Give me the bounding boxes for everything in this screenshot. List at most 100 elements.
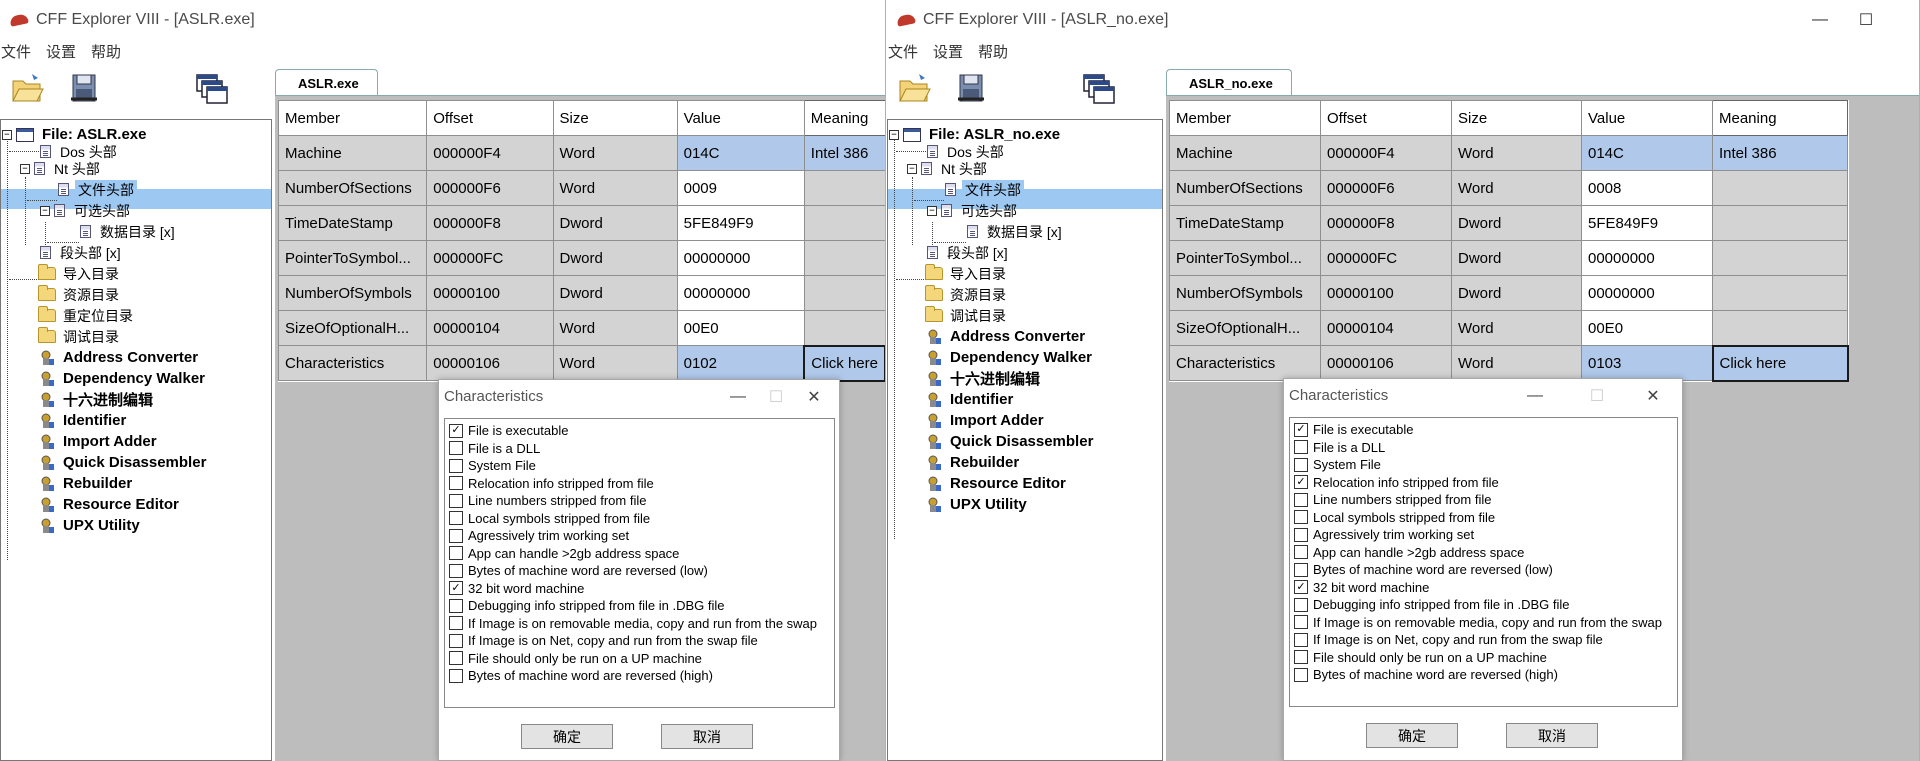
flag-aggressive-trim[interactable]: Agressively trim working set — [445, 527, 834, 545]
flag-up-system-only[interactable]: File should only be run on a UP machine — [1290, 649, 1677, 667]
table-row[interactable]: TimeDateStamp 000000F8 Dword 5FE849F9 — [1169, 205, 1848, 241]
flag-bytes-reversed-high[interactable]: Bytes of machine word are reversed (high… — [1290, 666, 1677, 684]
checkbox[interactable] — [1294, 457, 1308, 472]
flag-file-is-executable[interactable]: ✓ File is executable — [445, 422, 834, 440]
table-row[interactable]: NumberOfSections 000000F6 Word 0009 — [277, 170, 885, 206]
flag-up-system-only[interactable]: File should only be run on a UP machine — [445, 650, 834, 668]
menu-file[interactable]: 文件 — [887, 41, 926, 62]
table-row[interactable]: Characteristics 00000106 Word 0103 Click… — [1169, 344, 1849, 382]
checkbox[interactable] — [1294, 597, 1308, 612]
value-cell[interactable]: 00000000 — [1581, 275, 1713, 311]
characteristics-click-here-cell[interactable]: Click here — [1711, 344, 1849, 382]
column-header[interactable]: Member — [277, 100, 428, 136]
flag-file-is-dll[interactable]: File is a DLL — [1290, 439, 1677, 457]
tree-item-upx-utility[interactable]: UPX Utility — [925, 494, 1030, 515]
checkbox-checked[interactable]: ✓ — [1294, 475, 1308, 490]
column-header[interactable]: Value — [676, 100, 805, 136]
tree-item-nt-header[interactable]: − Nt 头部 — [907, 158, 990, 179]
tree-item-rebuilder[interactable]: Rebuilder — [925, 452, 1022, 473]
table-row[interactable]: PointerToSymbol... 000000FC Dword 000000… — [277, 240, 885, 276]
tree-item-import-directory[interactable]: 导入目录 — [38, 263, 122, 284]
menu-file[interactable]: 文件 — [0, 41, 39, 62]
collapse-icon[interactable]: − — [889, 129, 899, 140]
collapse-icon[interactable]: − — [2, 129, 12, 140]
flag-system-file[interactable]: System File — [1290, 456, 1677, 474]
column-header[interactable]: Meaning — [1712, 100, 1848, 136]
checkbox[interactable] — [449, 563, 463, 578]
flag-net-run-from-swap[interactable]: If Image is on Net, copy and run from th… — [1290, 631, 1677, 649]
checkbox[interactable] — [449, 616, 463, 631]
tree-item-data-directories[interactable]: 数据目录 [x] — [80, 221, 178, 242]
tree-item-relocation-directory[interactable]: 重定位目录 — [38, 305, 136, 326]
checkbox[interactable] — [449, 598, 463, 613]
tree-item-upx-utility[interactable]: UPX Utility — [38, 515, 143, 536]
checkbox[interactable] — [449, 441, 463, 456]
value-cell[interactable]: 014C — [1581, 135, 1713, 171]
table-row[interactable]: NumberOfSections 000000F6 Word 0008 — [1169, 170, 1848, 206]
collapse-icon[interactable]: − — [40, 205, 50, 216]
flag-local-symbols-stripped[interactable]: Local symbols stripped from file — [445, 510, 834, 528]
flag-bytes-reversed-high[interactable]: Bytes of machine word are reversed (high… — [445, 667, 834, 685]
windows-button[interactable] — [1078, 68, 1118, 108]
table-row[interactable]: NumberOfSymbols 00000100 Dword 00000000 — [1169, 275, 1848, 311]
minimize-icon[interactable]: — — [1797, 0, 1843, 40]
menu-help[interactable]: 帮助 — [90, 41, 129, 62]
flag-32bit-machine[interactable]: ✓ 32 bit word machine — [1290, 579, 1677, 597]
table-row[interactable]: PointerToSymbol... 000000FC Dword 000000… — [1169, 240, 1848, 276]
save-file-button[interactable] — [951, 68, 991, 108]
checkbox[interactable] — [1294, 440, 1308, 455]
maximize-icon[interactable]: ☐ — [1843, 0, 1889, 40]
value-cell[interactable]: 014C — [676, 135, 805, 171]
menu-settings[interactable]: 设置 — [45, 41, 84, 62]
collapse-icon[interactable]: − — [907, 163, 917, 174]
flag-relocation-stripped[interactable]: ✓ Relocation info stripped from file — [1290, 474, 1677, 492]
flag-bytes-reversed-low[interactable]: Bytes of machine word are reversed (low) — [445, 562, 834, 580]
column-header[interactable]: Size — [1451, 100, 1582, 136]
flag-removable-run-from-swap[interactable]: If Image is on removable media, copy and… — [445, 615, 834, 633]
tree-item-resource-directory[interactable]: 资源目录 — [925, 284, 1009, 305]
tree-item-address-converter[interactable]: Address Converter — [925, 326, 1088, 347]
checkbox-checked[interactable]: ✓ — [449, 423, 463, 438]
tree-item-hex-editor[interactable]: 十六进制编辑 — [38, 389, 156, 410]
flag-aggressive-trim[interactable]: Agressively trim working set — [1290, 526, 1677, 544]
checkbox[interactable] — [1294, 632, 1308, 647]
flag-debug-stripped[interactable]: Debugging info stripped from file in .DB… — [1290, 596, 1677, 614]
checkbox[interactable] — [1294, 527, 1308, 542]
column-header[interactable]: Size — [552, 100, 678, 136]
table-row[interactable]: Machine 000000F4 Word 014C Intel 386 — [1169, 135, 1848, 171]
minimize-icon[interactable]: — — [1516, 379, 1554, 412]
flag-file-is-executable[interactable]: ✓ File is executable — [1290, 421, 1677, 439]
tree-item-resource-editor[interactable]: Resource Editor — [38, 494, 182, 515]
tree-item-file-header[interactable]: 文件头部 — [58, 179, 137, 200]
tree-item-optional-header[interactable]: − 可选头部 — [40, 200, 133, 221]
ok-button[interactable]: 确定 — [1366, 723, 1458, 748]
column-header[interactable]: Value — [1581, 100, 1713, 136]
checkbox[interactable] — [1294, 492, 1308, 507]
checkbox-checked[interactable]: ✓ — [1294, 580, 1308, 595]
tree-item-resource-editor[interactable]: Resource Editor — [925, 473, 1069, 494]
flag-large-address-aware[interactable]: App can handle >2gb address space — [1290, 544, 1677, 562]
flag-large-address-aware[interactable]: App can handle >2gb address space — [445, 545, 834, 563]
flag-line-numbers-stripped[interactable]: Line numbers stripped from file — [1290, 491, 1677, 509]
value-cell[interactable]: 0103 — [1581, 345, 1713, 381]
flag-system-file[interactable]: System File — [445, 457, 834, 475]
tree-item-debug-directory[interactable]: 调试目录 — [925, 305, 1009, 326]
column-header[interactable]: Offset — [1320, 100, 1452, 136]
close-icon[interactable]: ✕ — [795, 380, 833, 413]
cancel-button[interactable]: 取消 — [661, 724, 753, 749]
open-file-button[interactable] — [8, 68, 48, 108]
tree-item-debug-directory[interactable]: 调试目录 — [38, 326, 122, 347]
column-header[interactable]: Member — [1169, 100, 1321, 136]
value-cell[interactable]: 00E0 — [676, 310, 805, 346]
characteristics-click-here-cell[interactable]: Click here — [803, 344, 885, 382]
flag-file-is-dll[interactable]: File is a DLL — [445, 440, 834, 458]
table-row[interactable]: SizeOfOptionalH... 00000104 Word 00E0 — [277, 310, 885, 346]
collapse-icon[interactable]: − — [20, 163, 30, 174]
checkbox-checked[interactable]: ✓ — [449, 581, 463, 596]
minimize-icon[interactable]: — — [719, 380, 757, 413]
value-cell[interactable]: 00000000 — [1581, 240, 1713, 276]
flag-bytes-reversed-low[interactable]: Bytes of machine word are reversed (low) — [1290, 561, 1677, 579]
column-header[interactable]: Meaning — [803, 100, 885, 136]
ok-button[interactable]: 确定 — [521, 724, 613, 749]
tree-item-import-adder[interactable]: Import Adder — [925, 410, 1047, 431]
